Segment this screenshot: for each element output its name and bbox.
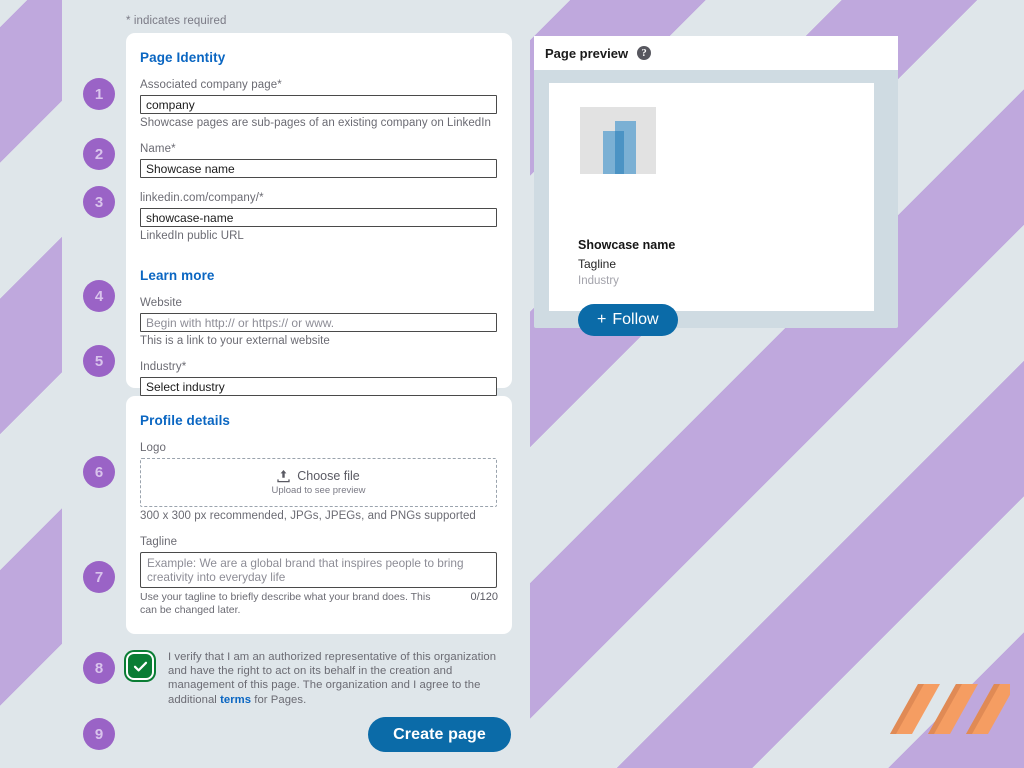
upload-preview-note: Upload to see preview <box>271 485 366 496</box>
step-badge-3: 3 <box>83 186 115 218</box>
page-preview-title: Page preview <box>545 45 629 61</box>
field-name: Name* <box>140 143 498 178</box>
follow-label: Follow <box>612 311 659 328</box>
step-badge-4: 4 <box>83 280 115 312</box>
help-icon[interactable]: ? <box>637 46 652 60</box>
page-preview-header: Page preview ? <box>534 36 898 70</box>
public-url-label: linkedin.com/company/* <box>140 192 264 204</box>
logo-hint: 300 x 300 px recommended, JPGs, JPEGs, a… <box>140 510 476 522</box>
tagline-help-text: Use your tagline to briefly describe wha… <box>140 591 431 616</box>
learn-more-title: Learn more <box>140 268 215 283</box>
step-badge-8: 8 <box>83 652 115 684</box>
profile-details-card: Profile details Logo Choose file Upload … <box>126 396 512 634</box>
step-badge-6: 6 <box>83 456 115 488</box>
public-url-input[interactable] <box>140 208 497 227</box>
website-hint: This is a link to your external website <box>140 335 330 347</box>
brand-logo-icon <box>890 684 1010 734</box>
choose-file-label: Choose file <box>297 469 360 483</box>
step-badge-7: 7 <box>83 561 115 593</box>
step-badge-5: 5 <box>83 345 115 377</box>
preview-logo-placeholder-icon <box>580 107 656 174</box>
associated-company-label: Associated company page* <box>140 79 282 91</box>
tagline-label: Tagline <box>140 536 178 548</box>
page-identity-card: Page Identity Associated company page* S… <box>126 33 512 396</box>
upload-icon <box>277 470 290 483</box>
name-label: Name* <box>140 143 176 155</box>
industry-select[interactable] <box>140 377 497 396</box>
name-input[interactable] <box>140 159 497 178</box>
field-tagline: Tagline Use your tagline to briefly desc… <box>140 536 498 617</box>
field-public-url: linkedin.com/company/* LinkedIn public U… <box>140 192 498 242</box>
follow-button[interactable]: + Follow <box>578 304 678 336</box>
industry-label: Industry* <box>140 361 187 373</box>
associated-company-hint: Showcase pages are sub-pages of an exist… <box>140 117 491 129</box>
choose-file-row[interactable]: Choose file <box>277 469 360 483</box>
step-badge-9: 9 <box>83 718 115 750</box>
page-preview-panel: Page preview ? Showcase name Tagline Ind… <box>534 36 898 336</box>
required-fields-note: * indicates required <box>126 15 227 27</box>
step-badge-2: 2 <box>83 138 115 170</box>
associated-company-input[interactable] <box>140 95 497 114</box>
field-industry: Industry* <box>140 361 498 396</box>
checkmark-icon <box>133 661 147 671</box>
website-input[interactable] <box>140 313 497 332</box>
verify-checkbox[interactable] <box>126 652 154 680</box>
verification-row: I verify that I am an authorized represe… <box>126 650 516 707</box>
bar-chart-placeholder-icon <box>580 107 656 174</box>
preview-card: Showcase name Tagline Industry + Follow <box>549 83 874 336</box>
verify-text-before: I verify that I am an authorized represe… <box>168 651 497 706</box>
public-url-hint: LinkedIn public URL <box>140 230 244 242</box>
preview-showcase-name: Showcase name <box>578 238 676 252</box>
plus-icon: + <box>597 311 607 328</box>
website-label: Website <box>140 297 183 309</box>
tagline-character-counter: 0/120 <box>470 591 498 603</box>
page-identity-title: Page Identity <box>140 50 226 65</box>
preview-industry: Industry <box>578 275 619 287</box>
field-logo: Logo Choose file Upload to see preview 3… <box>140 442 498 522</box>
tagline-footer: Use your tagline to briefly describe wha… <box>140 591 498 617</box>
tagline-textarea[interactable] <box>140 552 497 588</box>
terms-link[interactable]: terms <box>220 694 251 706</box>
create-page-button[interactable]: Create page <box>368 717 511 752</box>
verify-text-after: for Pages. <box>251 693 307 706</box>
profile-details-title: Profile details <box>140 413 231 428</box>
preview-tagline: Tagline <box>578 257 617 271</box>
logo-upload-dropzone[interactable]: Choose file Upload to see preview <box>140 458 497 507</box>
logo-label: Logo <box>140 442 166 454</box>
field-website: Website This is a link to your external … <box>140 297 498 347</box>
step-badge-1: 1 <box>83 78 115 110</box>
verify-statement-text: I verify that I am an authorized represe… <box>168 650 516 707</box>
field-associated-company: Associated company page* Showcase pages … <box>140 79 498 129</box>
